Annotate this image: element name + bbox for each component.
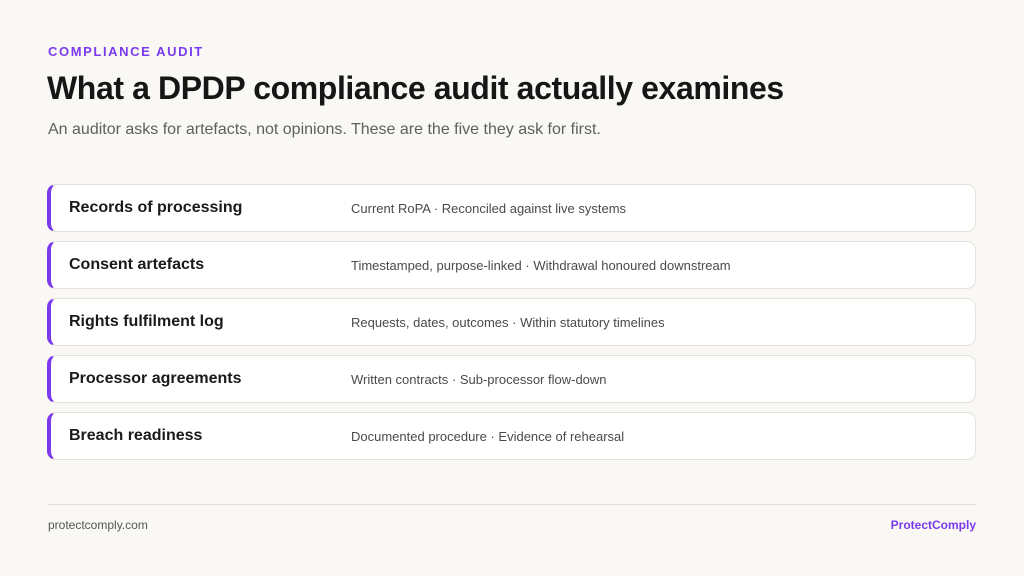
footer-divider	[48, 504, 976, 505]
section-eyebrow: COMPLIANCE AUDIT	[48, 44, 204, 59]
list-item-breach-readiness: Breach readiness Documented procedure · …	[47, 412, 976, 460]
page-title: What a DPDP compliance audit actually ex…	[47, 70, 784, 106]
item-detail: Documented procedure · Evidence of rehea…	[351, 429, 625, 444]
list-item-consent-artefacts: Consent artefacts Timestamped, purpose-l…	[47, 241, 976, 289]
item-label: Records of processing	[69, 199, 243, 216]
item-detail: Written contracts · Sub-processor flow-d…	[351, 372, 607, 387]
list-item-records-of-processing: Records of processing Current RoPA · Rec…	[47, 184, 976, 232]
item-label: Consent artefacts	[69, 256, 205, 273]
list-item-processor-agreements: Processor agreements Written contracts ·…	[47, 355, 976, 403]
item-label: Processor agreements	[69, 370, 242, 387]
item-label: Breach readiness	[69, 427, 203, 444]
item-detail: Current RoPA · Reconciled against live s…	[351, 201, 627, 216]
audit-items-list: Records of processing Current RoPA · Rec…	[47, 184, 976, 469]
item-detail: Timestamped, purpose-linked · Withdrawal…	[351, 258, 731, 273]
footer-url: protectcomply.com	[48, 518, 148, 532]
footer-brand: ProtectComply	[890, 518, 976, 532]
page-subtitle: An auditor asks for artefacts, not opini…	[48, 121, 601, 138]
list-item-rights-fulfilment-log: Rights fulfilment log Requests, dates, o…	[47, 298, 976, 346]
item-label: Rights fulfilment log	[69, 313, 224, 330]
item-detail: Requests, dates, outcomes · Within statu…	[351, 315, 665, 330]
